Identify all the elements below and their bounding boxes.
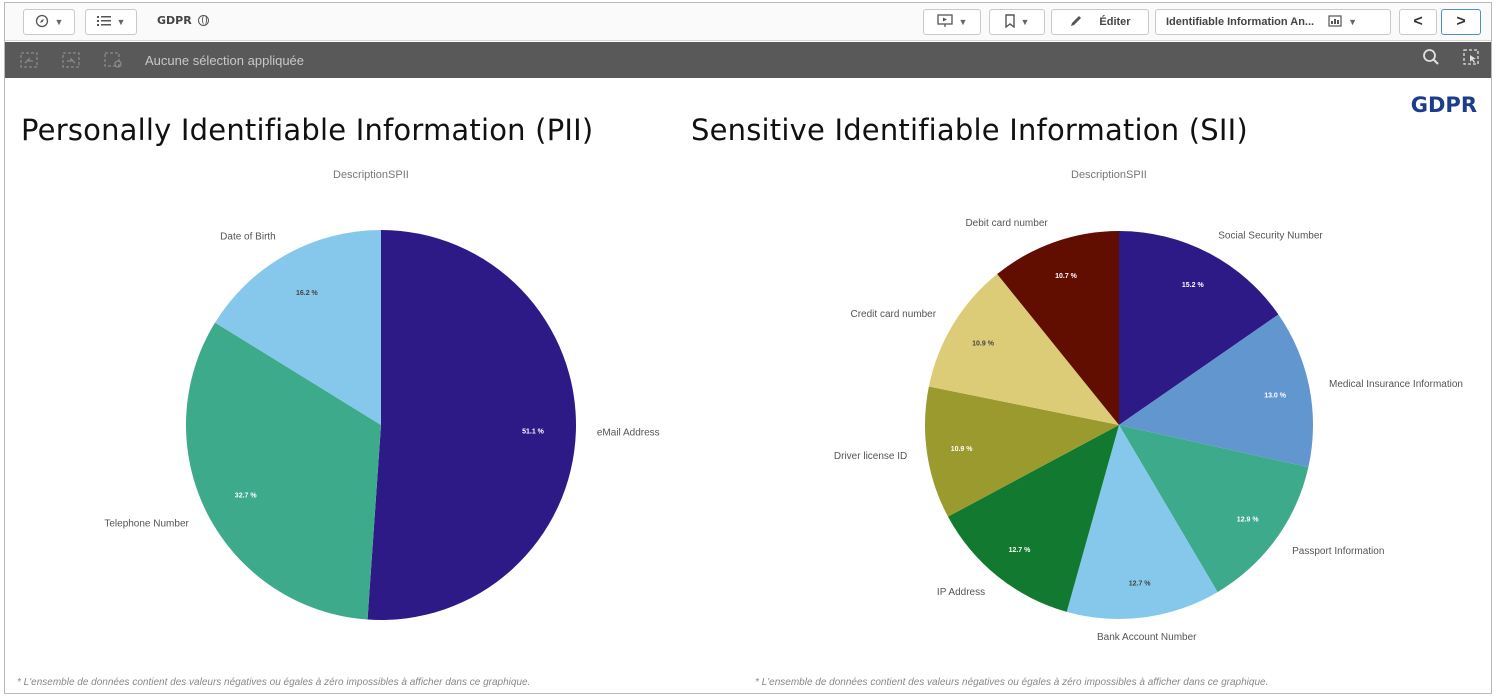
sii-slice-label-7: Debit card number xyxy=(965,218,1048,229)
sii-slice-value-5: 10.9 % xyxy=(951,446,974,453)
pii-slice-value-1: 32.7 % xyxy=(235,492,258,499)
sii-slice-value-1: 13.0 % xyxy=(1264,392,1287,399)
sii-slice-value-0: 15.2 % xyxy=(1182,282,1205,289)
pie-charts-canvas: 51.1 % eMail Address 32.7 % Telephone Numbe… xyxy=(104,218,1463,643)
sii-footnote: * L'ensemble de données contient des val… xyxy=(755,677,1269,688)
sii-slice-label-3: Bank Account Number xyxy=(1097,632,1197,643)
sii-slice-value-6: 10.9 % xyxy=(972,340,995,347)
sii-slice-value-2: 12.9 % xyxy=(1237,517,1260,524)
pii-slice-label-2: Date of Birth xyxy=(220,231,276,242)
pii-footnote: * L'ensemble de données contient des val… xyxy=(17,677,531,688)
sii-slice-label-1: Medical Insurance Information xyxy=(1329,379,1463,390)
app-frame: ▼ ▼ GDPR ▼ ▼ Éditer Identifiable Informa… xyxy=(4,2,1492,694)
sii-slice-label-4: IP Address xyxy=(937,587,985,598)
sii-slice-label-5: Driver license ID xyxy=(834,451,907,462)
sii-slice-label-0: Social Security Number xyxy=(1218,230,1323,241)
pii-slice-value-2: 16.2 % xyxy=(296,290,319,297)
sii-slice-label-6: Credit card number xyxy=(850,309,936,320)
sii-slice-value-3: 12.7 % xyxy=(1129,581,1152,588)
sii-slice-value-4: 12.7 % xyxy=(1009,547,1032,554)
pii-slice-value-0: 51.1 % xyxy=(522,428,545,435)
pii-slice-label-0: eMail Address xyxy=(597,427,660,438)
sii-slice-label-2: Passport Information xyxy=(1292,546,1384,557)
pii-slice-label-1: Telephone Number xyxy=(104,519,189,530)
sii-slice-value-7: 10.7 % xyxy=(1055,273,1078,280)
pii-slice-0[interactable] xyxy=(367,230,577,620)
